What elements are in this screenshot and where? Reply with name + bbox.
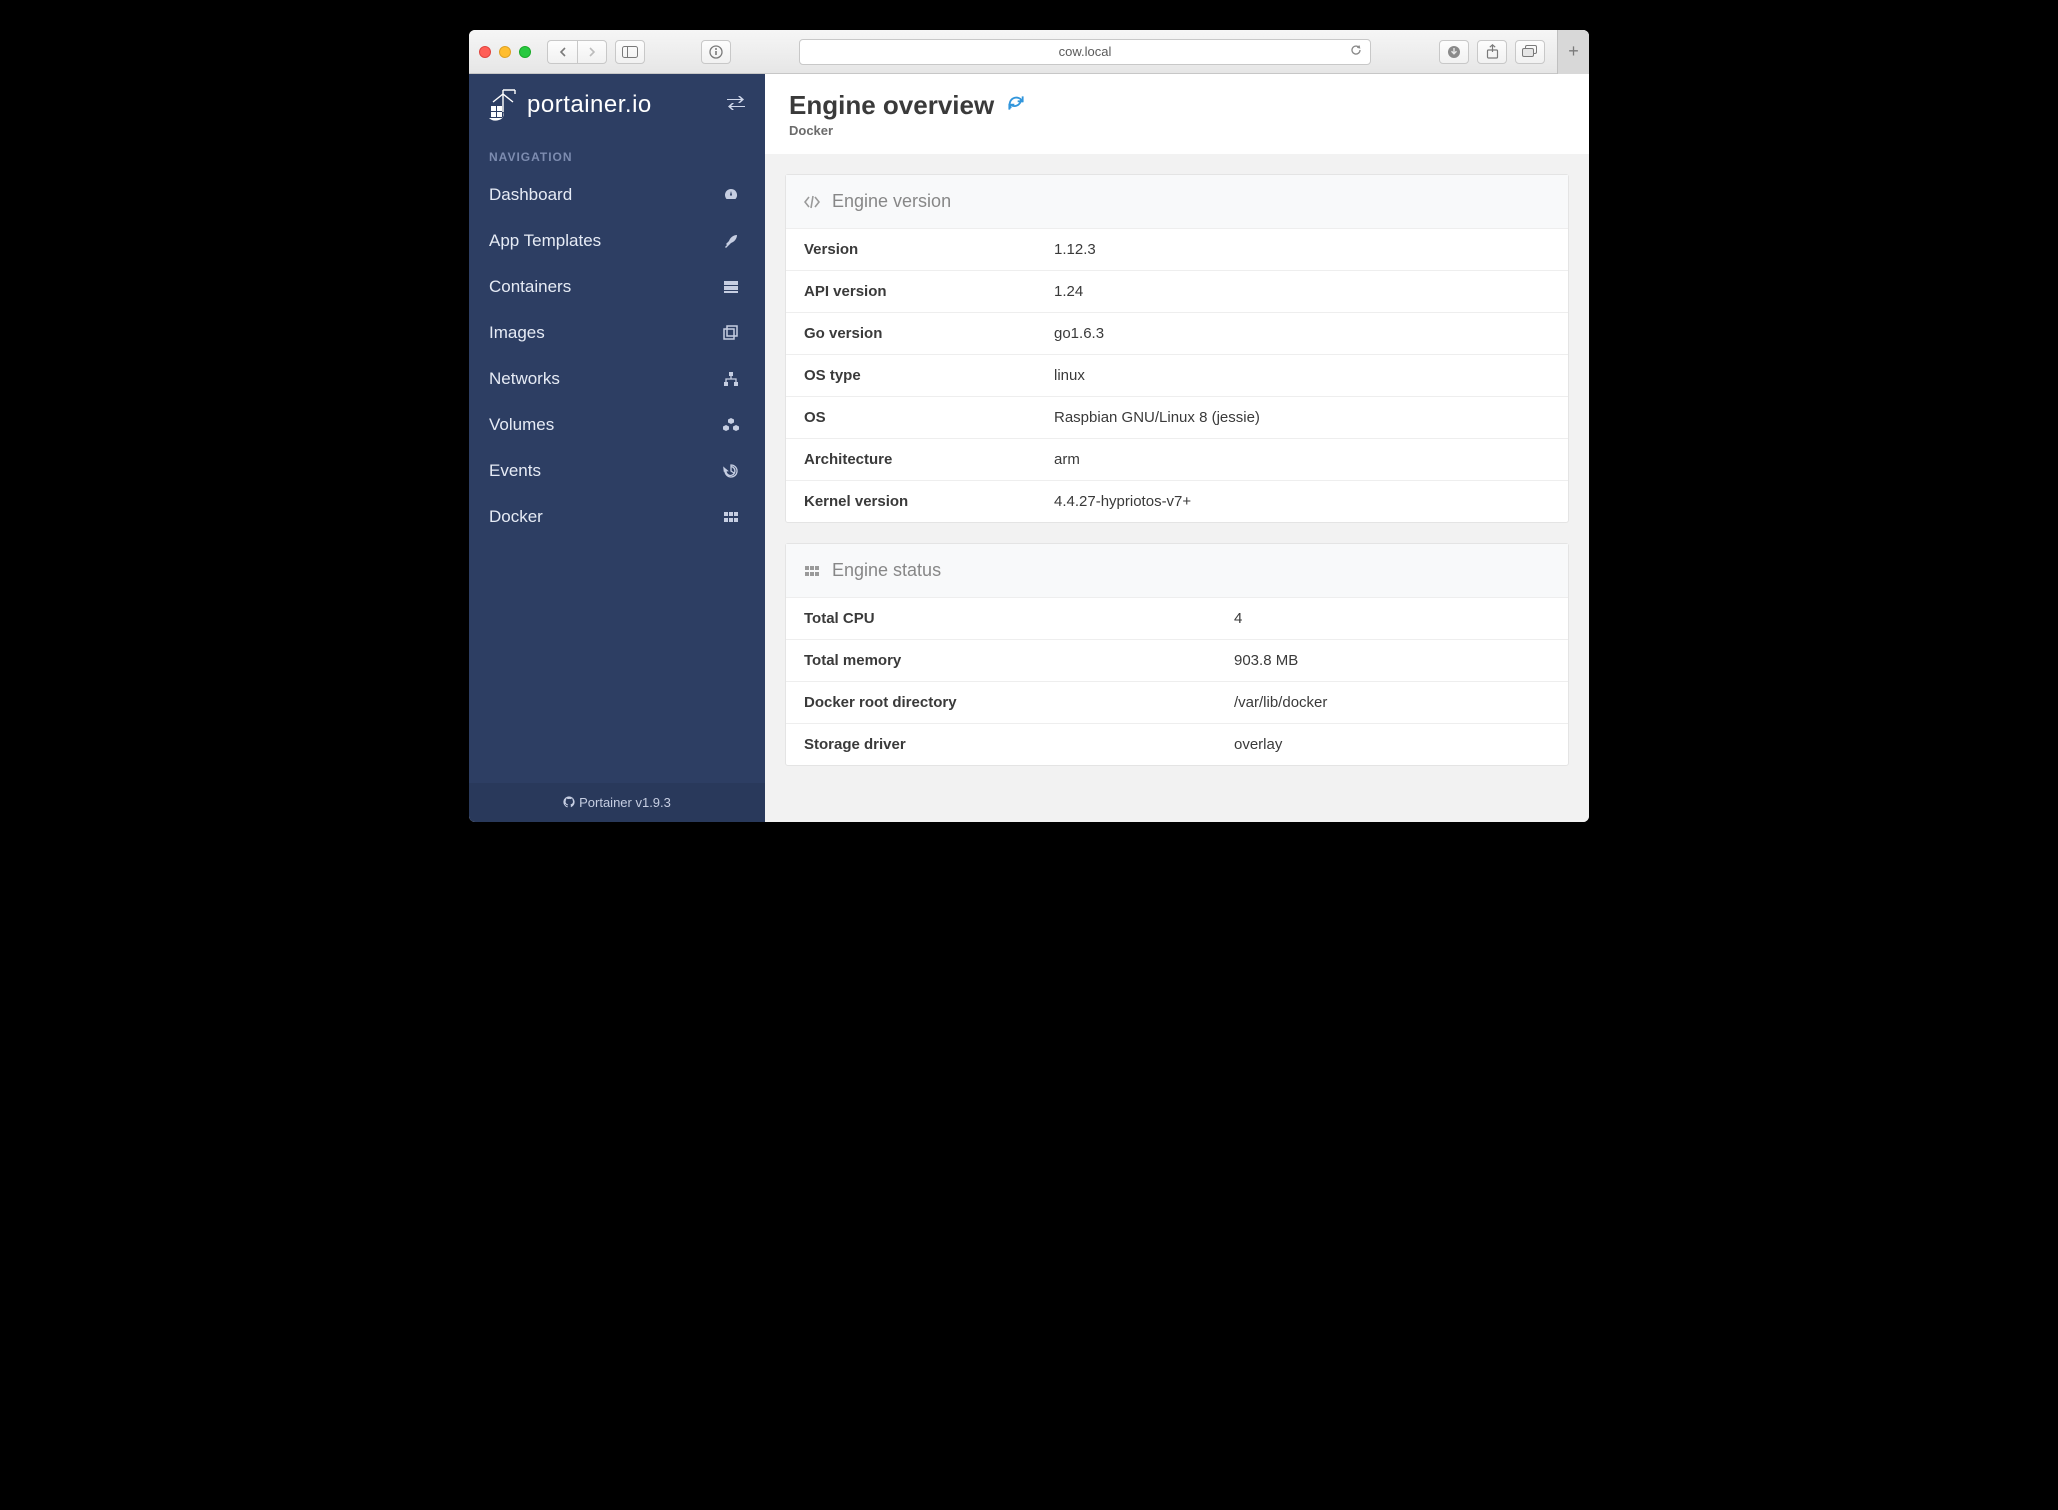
sidebar-item-images[interactable]: Images: [469, 310, 765, 356]
sidebar: portainer.io NAVIGATION Dashboard App Te…: [469, 74, 765, 822]
table-row: API version1.24: [786, 270, 1568, 312]
row-label: OS: [804, 409, 1054, 426]
page-title: Engine overview: [789, 90, 994, 121]
row-value: linux: [1054, 367, 1085, 384]
panel-title: Engine status: [832, 560, 941, 581]
sidebar-item-label: Networks: [489, 369, 560, 389]
table-row: OSRaspbian GNU/Linux 8 (jessie): [786, 396, 1568, 438]
sidebar-item-docker[interactable]: Docker: [469, 494, 765, 540]
row-label: Architecture: [804, 451, 1054, 468]
sidebar-item-label: App Templates: [489, 231, 601, 251]
row-label: Version: [804, 241, 1054, 258]
row-value: /var/lib/docker: [1234, 694, 1327, 711]
row-label: Total memory: [804, 652, 1234, 669]
th-icon: [721, 509, 741, 525]
panel-header: Engine version: [786, 175, 1568, 229]
nav-list: Dashboard App Templates Containers Image…: [469, 172, 765, 540]
page-subtitle: Docker: [789, 123, 1565, 138]
table-row: Storage driveroverlay: [786, 723, 1568, 765]
row-label: Kernel version: [804, 493, 1054, 510]
table-row: Architecturearm: [786, 438, 1568, 480]
brand-name: portainer.io: [527, 91, 652, 119]
history-icon: [721, 463, 741, 479]
share-button[interactable]: [1477, 40, 1507, 64]
row-label: Storage driver: [804, 736, 1234, 753]
row-value: Raspbian GNU/Linux 8 (jessie): [1054, 409, 1260, 426]
row-label: Total CPU: [804, 610, 1234, 627]
th-icon: [804, 563, 820, 579]
tabs-button[interactable]: [1515, 40, 1545, 64]
nav-section-label: NAVIGATION: [469, 140, 765, 172]
row-value: 903.8 MB: [1234, 652, 1298, 669]
dashboard-icon: [721, 187, 741, 203]
clone-icon: [721, 325, 741, 341]
sitemap-icon: [721, 371, 741, 387]
sidebar-item-containers[interactable]: Containers: [469, 264, 765, 310]
sidebar-item-label: Docker: [489, 507, 543, 527]
app-body: portainer.io NAVIGATION Dashboard App Te…: [469, 74, 1589, 822]
table-row: OS typelinux: [786, 354, 1568, 396]
code-icon: [804, 194, 820, 210]
zoom-window-button[interactable]: [519, 46, 531, 58]
sidebar-item-dashboard[interactable]: Dashboard: [469, 172, 765, 218]
sidebar-item-label: Containers: [489, 277, 571, 297]
endpoint-switch-icon[interactable]: [727, 96, 745, 115]
panel-engine-version: Engine version Version1.12.3 API version…: [785, 174, 1569, 523]
sidebar-item-volumes[interactable]: Volumes: [469, 402, 765, 448]
panel-header: Engine status: [786, 544, 1568, 598]
reload-icon[interactable]: [1350, 44, 1362, 59]
row-label: Go version: [804, 325, 1054, 342]
panel-engine-status: Engine status Total CPU4 Total memory903…: [785, 543, 1569, 766]
back-button[interactable]: [547, 40, 577, 64]
info-button[interactable]: [701, 40, 731, 64]
table-row: Docker root directory/var/lib/docker: [786, 681, 1568, 723]
row-value: 1.24: [1054, 283, 1083, 300]
minimize-window-button[interactable]: [499, 46, 511, 58]
cubes-icon: [721, 417, 741, 433]
sidebar-toggle-button[interactable]: [615, 40, 645, 64]
row-value: arm: [1054, 451, 1080, 468]
browser-titlebar: cow.local +: [469, 30, 1589, 74]
table-row: Kernel version4.4.27-hypriotos-v7+: [786, 480, 1568, 522]
rocket-icon: [721, 233, 741, 249]
sidebar-item-networks[interactable]: Networks: [469, 356, 765, 402]
row-value: go1.6.3: [1054, 325, 1104, 342]
forward-button[interactable]: [577, 40, 607, 64]
table-row: Total memory903.8 MB: [786, 639, 1568, 681]
table-row: Go versiongo1.6.3: [786, 312, 1568, 354]
table-row: Total CPU4: [786, 598, 1568, 639]
row-value: 1.12.3: [1054, 241, 1096, 258]
refresh-icon[interactable]: [1006, 93, 1026, 118]
brand-header: portainer.io: [469, 74, 765, 140]
page-header: Engine overview Docker: [765, 74, 1589, 154]
sidebar-item-label: Images: [489, 323, 545, 343]
sidebar-footer[interactable]: Portainer v1.9.3: [469, 783, 765, 822]
row-label: OS type: [804, 367, 1054, 384]
panel-title: Engine version: [832, 191, 951, 212]
window-controls: [479, 46, 531, 58]
server-icon: [721, 279, 741, 295]
row-value: 4.4.27-hypriotos-v7+: [1054, 493, 1191, 510]
address-bar-url: cow.local: [1059, 44, 1112, 59]
table-row: Version1.12.3: [786, 229, 1568, 270]
row-label: API version: [804, 283, 1054, 300]
portainer-logo-icon: [489, 88, 519, 122]
sidebar-footer-text: Portainer v1.9.3: [579, 795, 671, 810]
main-content: Engine overview Docker Engine version Ve…: [765, 74, 1589, 822]
new-tab-button[interactable]: +: [1557, 30, 1589, 74]
row-value: overlay: [1234, 736, 1282, 753]
close-window-button[interactable]: [479, 46, 491, 58]
address-bar[interactable]: cow.local: [799, 39, 1371, 65]
github-icon: [563, 796, 575, 808]
sidebar-item-label: Volumes: [489, 415, 554, 435]
browser-window: cow.local +: [469, 30, 1589, 822]
row-label: Docker root directory: [804, 694, 1234, 711]
sidebar-item-app-templates[interactable]: App Templates: [469, 218, 765, 264]
downloads-button[interactable]: [1439, 40, 1469, 64]
row-value: 4: [1234, 610, 1242, 627]
sidebar-item-label: Dashboard: [489, 185, 572, 205]
nav-back-forward: [547, 40, 607, 64]
sidebar-item-label: Events: [489, 461, 541, 481]
sidebar-item-events[interactable]: Events: [469, 448, 765, 494]
